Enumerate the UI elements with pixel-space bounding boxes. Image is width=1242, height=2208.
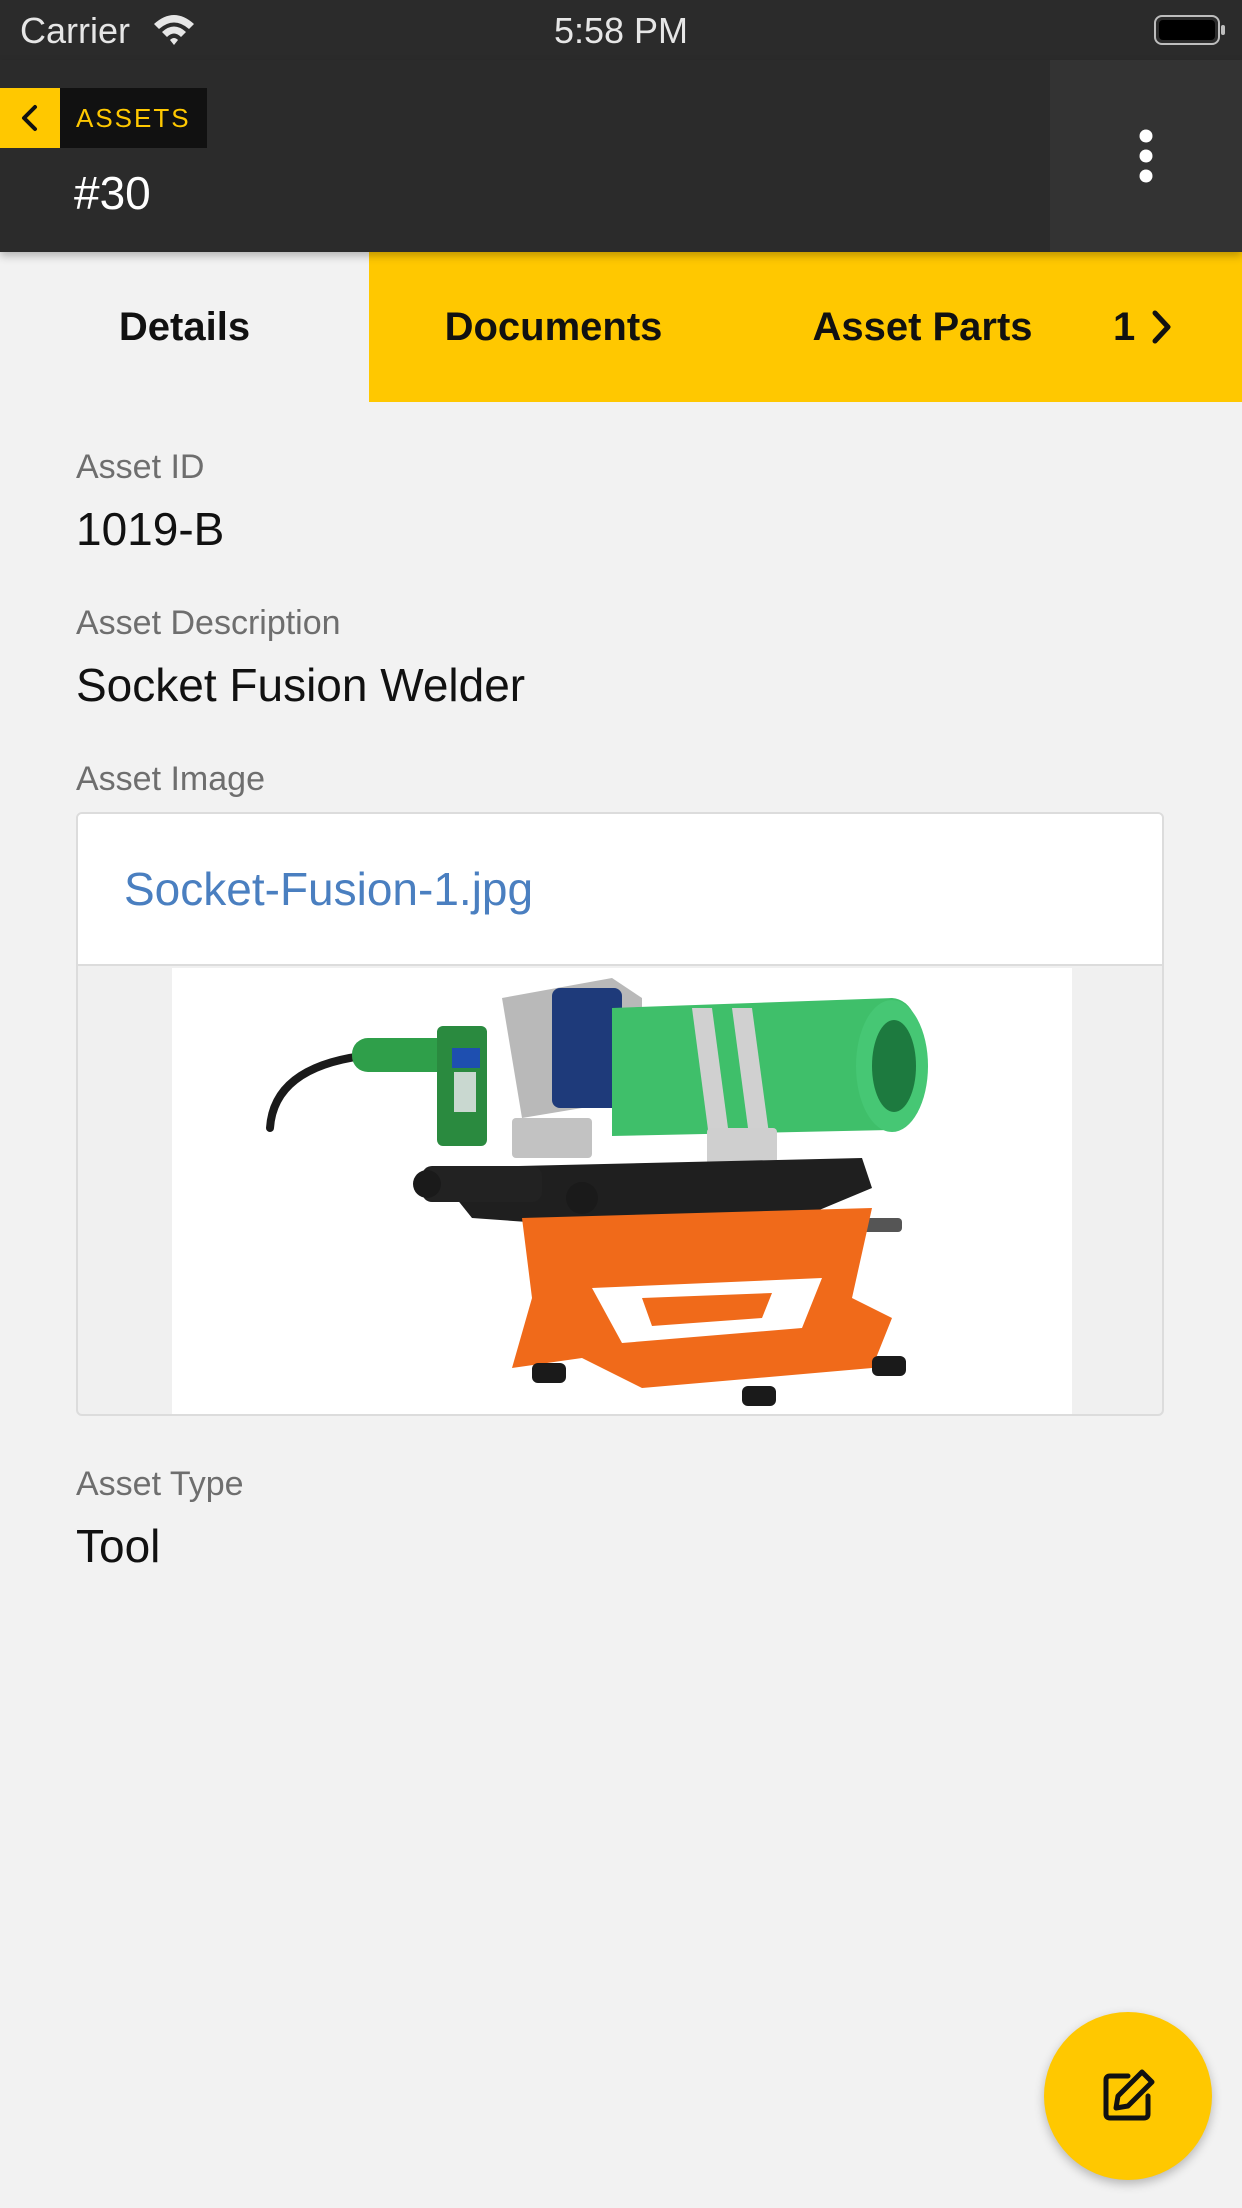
- tab-bar: Details Documents Asset Parts 1: [0, 252, 1242, 402]
- page-title: #30: [74, 167, 151, 219]
- status-bar: Carrier 5:58 PM: [0, 0, 1242, 60]
- edit-icon: [1103, 2069, 1155, 2121]
- chevron-left-icon: [22, 105, 37, 131]
- asset-image-card: Socket-Fusion-1.jpg: [76, 812, 1164, 1416]
- tab-asset-parts[interactable]: Asset Parts: [738, 252, 1107, 402]
- asset-image[interactable]: [172, 968, 1072, 1414]
- asset-image-link[interactable]: Socket-Fusion-1.jpg: [124, 862, 533, 916]
- back-button[interactable]: [0, 88, 60, 148]
- breadcrumb-assets[interactable]: ASSETS: [60, 88, 207, 148]
- more-options-button[interactable]: [1050, 60, 1242, 252]
- app-header: ASSETS #30: [0, 60, 1242, 252]
- edit-button[interactable]: [1044, 2012, 1212, 2180]
- breadcrumb[interactable]: ASSETS: [0, 88, 207, 148]
- asset-image-label: Asset Image: [76, 760, 265, 798]
- image-card-header: Socket-Fusion-1.jpg: [78, 814, 1162, 966]
- asset-type-label: Asset Type: [76, 1465, 244, 1503]
- tab-overflow[interactable]: 1: [1107, 252, 1242, 402]
- asset-type-value: Tool: [76, 1520, 161, 1572]
- more-vertical-icon: [1139, 129, 1153, 183]
- asset-description-label: Asset Description: [76, 604, 341, 642]
- chevron-right-icon[interactable]: [1149, 307, 1175, 347]
- asset-id-value: 1019-B: [76, 503, 225, 555]
- asset-id-label: Asset ID: [76, 448, 205, 486]
- clock: 5:58 PM: [553, 10, 689, 51]
- tab-overflow-label: 1: [1113, 304, 1136, 349]
- tab-details[interactable]: Details: [0, 252, 369, 402]
- socket-fusion-welder-illustration: [266, 978, 928, 1406]
- asset-description-value: Socket Fusion Welder: [76, 659, 526, 711]
- battery-icon: [1154, 15, 1225, 45]
- tab-documents[interactable]: Documents: [369, 252, 738, 402]
